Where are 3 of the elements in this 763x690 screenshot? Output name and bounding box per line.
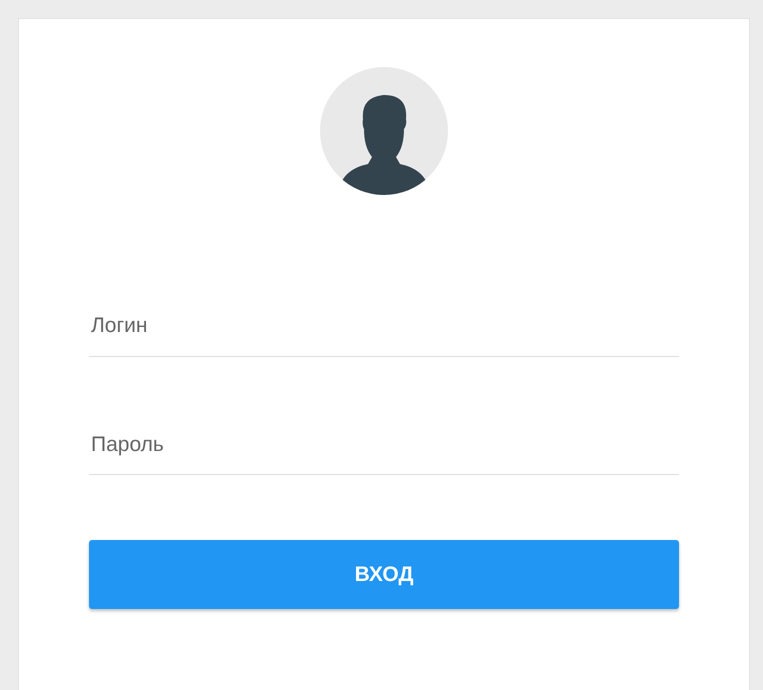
login-button[interactable]: ВХОД: [89, 540, 679, 609]
login-field[interactable]: Логин: [89, 296, 679, 356]
password-field[interactable]: Пароль: [89, 414, 679, 475]
